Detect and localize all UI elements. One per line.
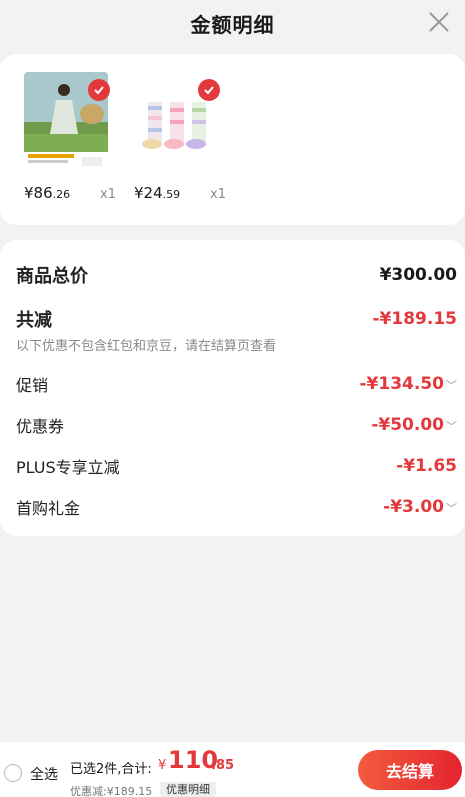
check-icon xyxy=(204,86,214,95)
checkout-bar: 全选 已选2件,合计: ¥ 110 .85 优惠减:¥189.15 优惠明细 去… xyxy=(0,742,465,797)
discount-row-coupon[interactable]: 优惠券 -¥50.00 ﹀ xyxy=(16,413,457,437)
chevron-down-icon[interactable]: ﹀ xyxy=(446,379,457,392)
total-reduce-value: -¥189.15 xyxy=(372,309,458,329)
amount-summary: 商品总价 ¥300.00 共减 -¥189.15 以下优惠不包含红包和京豆，请在… xyxy=(0,240,465,536)
total-amount-decimal: .85 xyxy=(211,758,235,773)
selected-count: 已选2件,合计: xyxy=(70,762,152,777)
discount-row-plus: PLUS专享立减 -¥1.65 xyxy=(16,454,457,478)
discount-value: -¥50.00 xyxy=(371,415,444,435)
total-reduce-row: 共减 -¥189.15 xyxy=(16,306,457,332)
discount-detail-button[interactable]: 优惠明细 xyxy=(160,782,216,797)
discount-label: 首购礼金 xyxy=(16,499,81,518)
close-icon[interactable] xyxy=(427,10,451,34)
check-icon xyxy=(94,86,104,95)
discount-value: -¥1.65 xyxy=(396,456,457,476)
checkout-button[interactable]: 去结算 xyxy=(358,750,462,790)
product-quantity: x1 xyxy=(100,187,116,202)
price-decimal: .26 xyxy=(52,188,71,201)
chevron-down-icon[interactable]: ﹀ xyxy=(446,502,457,515)
product-selected-check[interactable] xyxy=(88,79,110,101)
discount-label: 优惠券 xyxy=(16,417,65,436)
discount-value: -¥3.00 xyxy=(383,497,444,517)
total-currency: ¥ xyxy=(158,758,167,773)
header: 金额明细 xyxy=(0,0,465,46)
product-price: ¥86.26 xyxy=(24,184,70,202)
product-card-list: ¥86.26 x1 ¥24.59 x1 xyxy=(0,54,465,225)
select-all-label[interactable]: 全选 xyxy=(30,764,58,784)
discount-label: PLUS专享立减 xyxy=(16,458,120,477)
product-quantity: x1 xyxy=(210,187,226,202)
product-price: ¥24.59 xyxy=(134,184,180,202)
select-all-radio[interactable] xyxy=(4,764,22,782)
product-selected-check[interactable] xyxy=(198,79,220,101)
chevron-down-icon[interactable]: ﹀ xyxy=(446,420,457,433)
discount-label: 促销 xyxy=(16,376,49,395)
price-integer: ¥86 xyxy=(24,184,53,202)
price-decimal: .59 xyxy=(162,188,181,201)
page-title: 金额明细 xyxy=(190,12,275,37)
product-item[interactable]: ¥24.59 x1 xyxy=(134,54,244,225)
total-price-label: 商品总价 xyxy=(16,266,88,287)
price-integer: ¥24 xyxy=(134,184,163,202)
product-item[interactable]: ¥86.26 x1 xyxy=(24,54,134,225)
discount-row-first-buy[interactable]: 首购礼金 -¥3.00 ﹀ xyxy=(16,495,457,519)
total-reduce-label: 共减 xyxy=(16,310,52,331)
discount-value: -¥134.50 xyxy=(359,374,445,394)
saved-amount: 优惠减:¥189.15 xyxy=(70,785,153,797)
discount-row-promotion[interactable]: 促销 -¥134.50 ﹀ xyxy=(16,372,457,396)
discount-note: 以下优惠不包含红包和京豆，请在结算页查看 xyxy=(16,339,277,354)
total-price-row: 商品总价 ¥300.00 xyxy=(16,262,457,288)
total-price-value: ¥300.00 xyxy=(379,265,457,285)
